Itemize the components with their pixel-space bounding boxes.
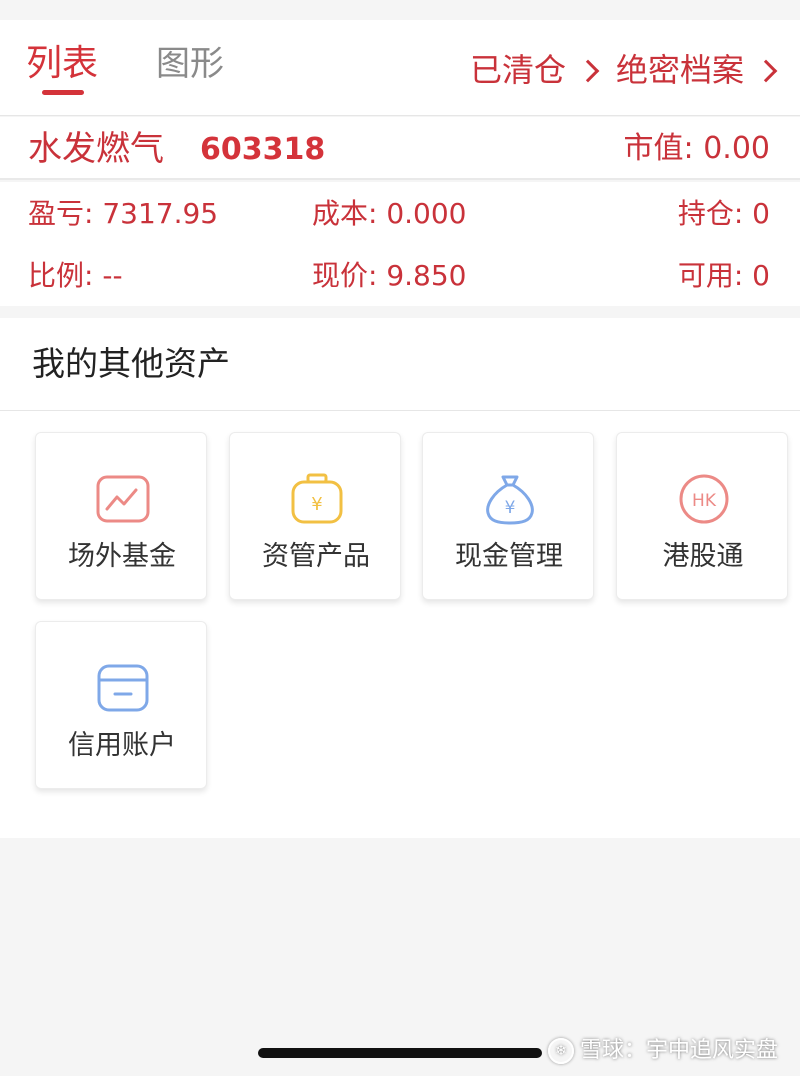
chart-line-icon — [96, 475, 150, 523]
cleared-positions-link[interactable]: 已清仓 — [470, 50, 600, 90]
svg-text:HK: HK — [692, 491, 717, 511]
secret-archive-link[interactable]: 绝密档案 — [616, 50, 778, 90]
tab-chart[interactable]: 图形 — [156, 42, 224, 86]
secret-archive-label: 绝密档案 — [616, 51, 745, 89]
market-value: 市值: 0.00 — [623, 131, 770, 166]
page: 列表 图形 已清仓 绝密档案 水发燃气 603318 市值: 0.00 盈亏: … — [0, 0, 800, 1076]
asset-card-label: 资管产品 — [262, 541, 370, 572]
asset-card-asset-management[interactable]: ¥ 资管产品 — [229, 432, 401, 600]
asset-card-otc-fund[interactable]: 场外基金 — [35, 432, 207, 600]
asset-card-credit-account[interactable]: 信用账户 — [35, 621, 207, 789]
money-sack-yen-icon: ¥ — [486, 475, 534, 525]
credit-card-icon — [97, 664, 149, 712]
cleared-positions-label: 已清仓 — [470, 51, 567, 89]
watermark-text: 雪球：宇中追风实盘 — [579, 1038, 778, 1063]
svg-text:¥: ¥ — [505, 498, 516, 518]
watermark: ❄ 雪球：宇中追风实盘 — [547, 1036, 778, 1066]
home-indicator[interactable] — [258, 1048, 542, 1058]
snowball-logo-icon: ❄ — [547, 1038, 574, 1064]
position-value: 持仓: 0 — [677, 197, 770, 230]
asset-card-label: 港股通 — [662, 541, 744, 572]
stock-name: 水发燃气 — [28, 129, 164, 169]
hk-circle-icon: HK — [679, 474, 729, 524]
ratio-value: 比例: -- — [28, 259, 123, 292]
other-assets-section: 我的其他资产 场外基金 ¥ 资管产品 ¥ 现金管理 HK 港股通 信用账户 — [0, 318, 800, 838]
chevron-right-icon — [754, 59, 778, 83]
tab-list[interactable]: 列表 — [26, 42, 98, 86]
available-value: 可用: 0 — [677, 259, 770, 292]
stock-code: 603318 — [200, 132, 326, 167]
asset-card-label: 信用账户 — [68, 730, 176, 761]
tab-active-indicator — [42, 90, 84, 95]
stock-row[interactable]: 水发燃气 603318 市值: 0.00 — [0, 117, 800, 180]
chevron-right-icon — [576, 59, 600, 83]
asset-card-label: 场外基金 — [68, 541, 176, 572]
divider — [0, 410, 800, 411]
cost-value: 成本: 0.000 — [312, 197, 467, 230]
asset-card-label: 现金管理 — [455, 541, 563, 572]
position-stats: 盈亏: 7317.95 成本: 0.000 持仓: 0 比例: -- 现价: 9… — [0, 182, 800, 306]
pnl-value: 盈亏: 7317.95 — [28, 197, 219, 230]
top-tab-bar: 列表 图形 已清仓 绝密档案 — [0, 20, 800, 116]
money-bag-yen-icon: ¥ — [291, 473, 343, 524]
section-title: 我的其他资产 — [32, 344, 230, 383]
asset-card-hk-connect[interactable]: HK 港股通 — [616, 432, 788, 600]
asset-card-cash-management[interactable]: ¥ 现金管理 — [422, 432, 594, 600]
svg-text:¥: ¥ — [311, 494, 322, 515]
current-price-value: 现价: 9.850 — [312, 259, 467, 292]
